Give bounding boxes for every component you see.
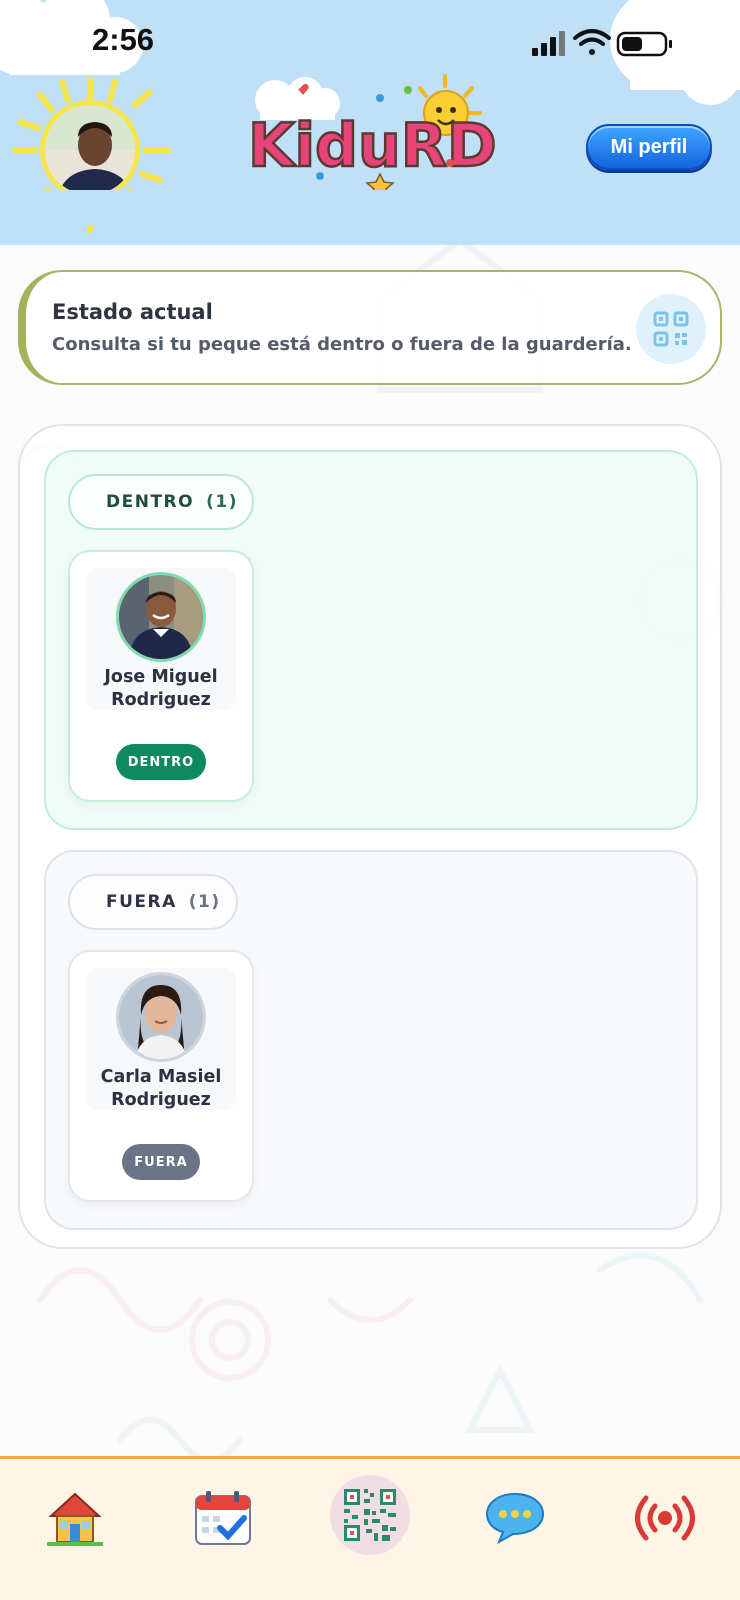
child-name: Carla Masiel Rodriguez bbox=[70, 1066, 252, 1112]
kidurd-logo: KiduRD bbox=[247, 74, 498, 198]
nav-home[interactable] bbox=[40, 1483, 110, 1553]
inside-count: (1) bbox=[206, 492, 238, 512]
child-name: Jose Miguel Rodriguez bbox=[70, 666, 252, 712]
inside-section: DENTRO (1) Jose Miguel Rodriguez DENTRO bbox=[44, 450, 698, 830]
status-card-description: Consulta si tu peque está dentro o fuera… bbox=[52, 334, 632, 355]
child-first-name: Carla Masiel bbox=[100, 1067, 222, 1087]
home-icon bbox=[47, 1492, 103, 1546]
chat-icon bbox=[485, 1492, 545, 1545]
profile-button[interactable]: Mi perfil bbox=[586, 124, 712, 170]
calendar-icon bbox=[195, 1491, 251, 1545]
child-photo bbox=[116, 972, 206, 1062]
qr-code-icon bbox=[344, 1489, 396, 1541]
outside-count: (1) bbox=[188, 892, 221, 912]
child-status-badge: DENTRO bbox=[116, 744, 206, 780]
nav-live[interactable] bbox=[630, 1483, 700, 1553]
inside-filter-pill: DENTRO (1) bbox=[68, 474, 254, 530]
live-broadcast-icon bbox=[635, 1495, 695, 1541]
child-last-name: Rodriguez bbox=[111, 1090, 211, 1110]
wifi-icon bbox=[573, 29, 611, 55]
child-photo bbox=[116, 572, 206, 662]
qr-code-icon bbox=[653, 311, 689, 347]
qr-scan-button[interactable] bbox=[636, 294, 706, 364]
header-scallop-edge bbox=[0, 190, 740, 226]
child-card[interactable]: Jose Miguel Rodriguez DENTRO bbox=[68, 550, 254, 802]
nav-calendar[interactable] bbox=[188, 1483, 258, 1553]
child-last-name: Rodriguez bbox=[111, 690, 211, 710]
status-card-title: Estado actual bbox=[52, 300, 213, 324]
child-status-badge: FUERA bbox=[122, 1144, 200, 1180]
current-status-card: Estado actual Consulta si tu peque está … bbox=[18, 270, 722, 385]
outside-section: FUERA (1) Carla Masiel Rodriguez FUERA bbox=[44, 850, 698, 1230]
nav-chat[interactable] bbox=[480, 1483, 550, 1553]
bottom-navigation bbox=[0, 1456, 740, 1600]
status-time: 2:56 bbox=[92, 22, 155, 57]
battery-icon bbox=[616, 31, 672, 57]
child-first-name: Jose Miguel bbox=[104, 667, 218, 687]
outside-filter-pill: FUERA (1) bbox=[68, 874, 238, 930]
child-card[interactable]: Carla Masiel Rodriguez FUERA bbox=[68, 950, 254, 1202]
logo-text: KiduRD bbox=[248, 111, 497, 181]
inside-label: DENTRO bbox=[106, 492, 195, 512]
avatar-photo bbox=[40, 100, 140, 200]
app-header: 2:56 KiduRD Mi perfil bbox=[0, 0, 740, 245]
nav-qr[interactable] bbox=[330, 1475, 410, 1555]
status-icons bbox=[532, 29, 672, 57]
signal-icon bbox=[532, 31, 565, 56]
attendance-container: DENTRO (1) Jose Miguel Rodriguez DENTRO … bbox=[18, 424, 722, 1249]
outside-label: FUERA bbox=[106, 892, 177, 912]
